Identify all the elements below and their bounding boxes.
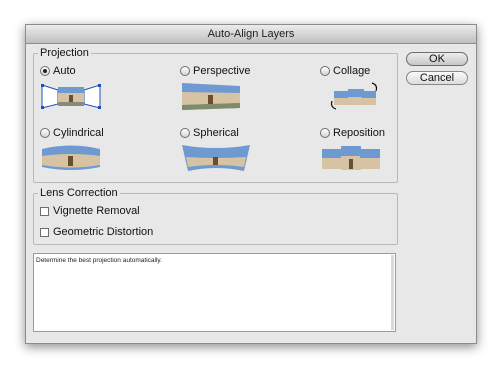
window-titlebar: Auto-Align Layers [26,25,476,44]
cylindrical-preview-icon [42,145,100,170]
perspective-radio[interactable] [180,66,190,76]
collage-radio[interactable] [320,66,330,76]
perspective-label: Perspective [193,65,251,77]
geometric-distortion-label: Geometric Distortion [53,226,154,238]
spherical-preview-icon [182,145,250,171]
cylindrical-radio[interactable] [40,128,50,138]
cylindrical-label: Cylindrical [53,127,104,139]
spherical-radio[interactable] [180,128,190,138]
description-text: Determine the best projection automatica… [36,257,162,264]
projection-option-collage[interactable]: Collage [320,65,382,111]
description-scrollbar[interactable] [391,255,394,330]
projection-option-auto[interactable]: Auto [40,65,102,111]
auto-label: Auto [53,65,76,77]
projection-option-spherical[interactable]: Spherical [180,127,252,173]
geometric-distortion-option[interactable]: Geometric Distortion [40,226,153,238]
description-box: Determine the best projection automatica… [33,253,396,332]
vignette-removal-option[interactable]: Vignette Removal [40,205,140,217]
vignette-removal-checkbox[interactable] [40,206,49,216]
collage-label: Collage [333,65,371,77]
projection-option-cylindrical[interactable]: Cylindrical [40,127,104,173]
auto-preview-icon [41,84,101,109]
ok-button[interactable]: OK [406,52,468,66]
auto-radio[interactable] [40,66,50,76]
geometric-distortion-checkbox[interactable] [40,227,49,237]
lens-correction-group: Lens Correction Vignette Removal Geometr… [33,187,398,245]
spherical-label: Spherical [193,127,239,139]
window-title: Auto-Align Layers [207,28,295,40]
perspective-preview-icon [182,83,240,110]
cancel-button[interactable]: Cancel [406,71,468,85]
projection-legend: Projection [40,47,89,59]
reposition-preview-icon [322,146,380,170]
vignette-removal-label: Vignette Removal [53,205,140,217]
projection-group: Projection Auto Perspective Collage Cyli… [33,47,398,183]
collage-preview-icon [330,82,378,110]
auto-align-dialog: Auto-Align Layers Projection Auto Perspe… [25,24,477,344]
reposition-label: Reposition [333,127,385,139]
projection-option-perspective[interactable]: Perspective [180,65,250,111]
reposition-radio[interactable] [320,128,330,138]
projection-option-reposition[interactable]: Reposition [320,127,385,173]
lens-correction-legend: Lens Correction [40,187,118,199]
